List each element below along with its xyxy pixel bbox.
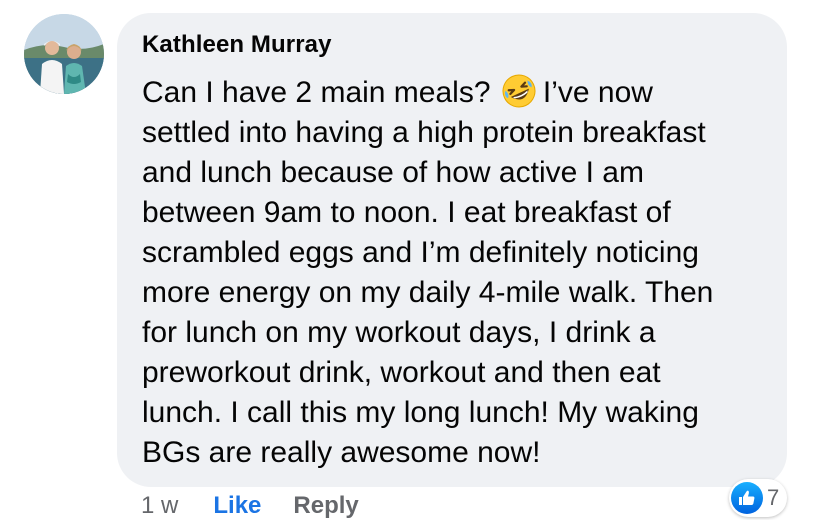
comment-timestamp[interactable]: 1 w (141, 492, 178, 520)
comment-line: scrambled eggs and I’m definitely notici… (142, 236, 699, 269)
comment-author[interactable]: Kathleen Murray (142, 31, 332, 59)
comment-line: settled into having a high protein break… (142, 116, 706, 149)
comment-line-text: I’ve now (542, 76, 653, 109)
comment-text: Can I have 2 main meals? I’ve now settle… (142, 73, 772, 473)
thumbs-up-icon (731, 482, 763, 514)
comment-line: between 9am to noon. I eat breakfast of (142, 196, 671, 229)
comment-line: lunch. I call this my long lunch! My wak… (142, 396, 699, 429)
reaction-count: 7 (767, 485, 780, 510)
avatar[interactable] (24, 14, 104, 94)
comment-line: Can I have 2 main meals? I’ve now (142, 73, 772, 113)
rolling-on-floor-laughing-emoji-icon (501, 73, 537, 109)
comment-line: and lunch because of how active I am (142, 156, 644, 189)
reply-button[interactable]: Reply (293, 492, 358, 520)
comment-actions: 1 w Like Reply (141, 492, 359, 520)
comment-line: BGs are really awesome now! (142, 436, 541, 469)
comment-bubble: Kathleen Murray Can I have 2 main meals? (117, 13, 787, 487)
comment-line: for lunch on my workout days, I drink a (142, 316, 656, 349)
reaction-summary[interactable]: 7 (729, 479, 788, 517)
comment-line: preworkout drink, workout and then eat (142, 356, 661, 389)
avatar-photo (24, 14, 104, 94)
comment-line-text: Can I have 2 main meals? (142, 76, 491, 109)
comment-line: more energy on my daily 4-mile walk. The… (142, 276, 714, 309)
comment: Kathleen Murray Can I have 2 main meals? (0, 0, 828, 520)
like-button[interactable]: Like (213, 492, 261, 520)
